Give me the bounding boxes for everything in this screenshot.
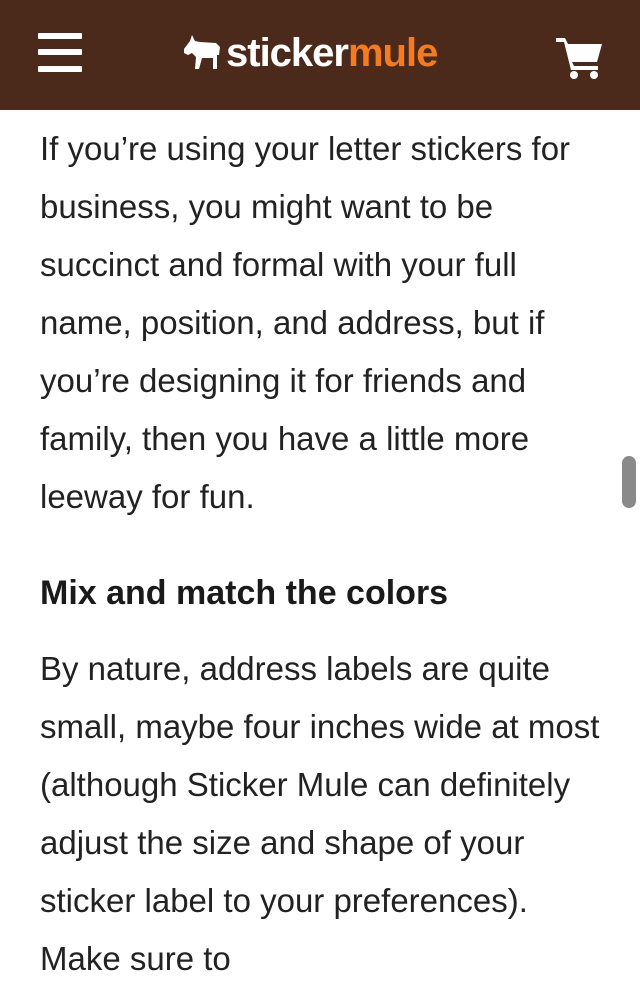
mule-logo-icon [184, 35, 220, 69]
hamburger-menu-icon[interactable] [38, 33, 82, 73]
logo-text-sticker: sticker [226, 30, 349, 75]
menu-line [38, 66, 82, 72]
logo-text-mule: mule [347, 30, 438, 75]
cart-icon[interactable] [556, 36, 604, 80]
article-paragraph: By nature, address labels are quite smal… [40, 650, 600, 977]
article-paragraph: If you’re using your letter stickers for… [40, 130, 571, 515]
menu-line [38, 49, 82, 55]
top-navigation-bar: sticker mule [0, 0, 640, 110]
menu-line [38, 33, 82, 39]
stickermule-logo[interactable]: sticker mule [180, 28, 438, 78]
scrollbar-thumb[interactable] [622, 456, 636, 508]
section-heading: Mix and match the colors [40, 574, 449, 612]
